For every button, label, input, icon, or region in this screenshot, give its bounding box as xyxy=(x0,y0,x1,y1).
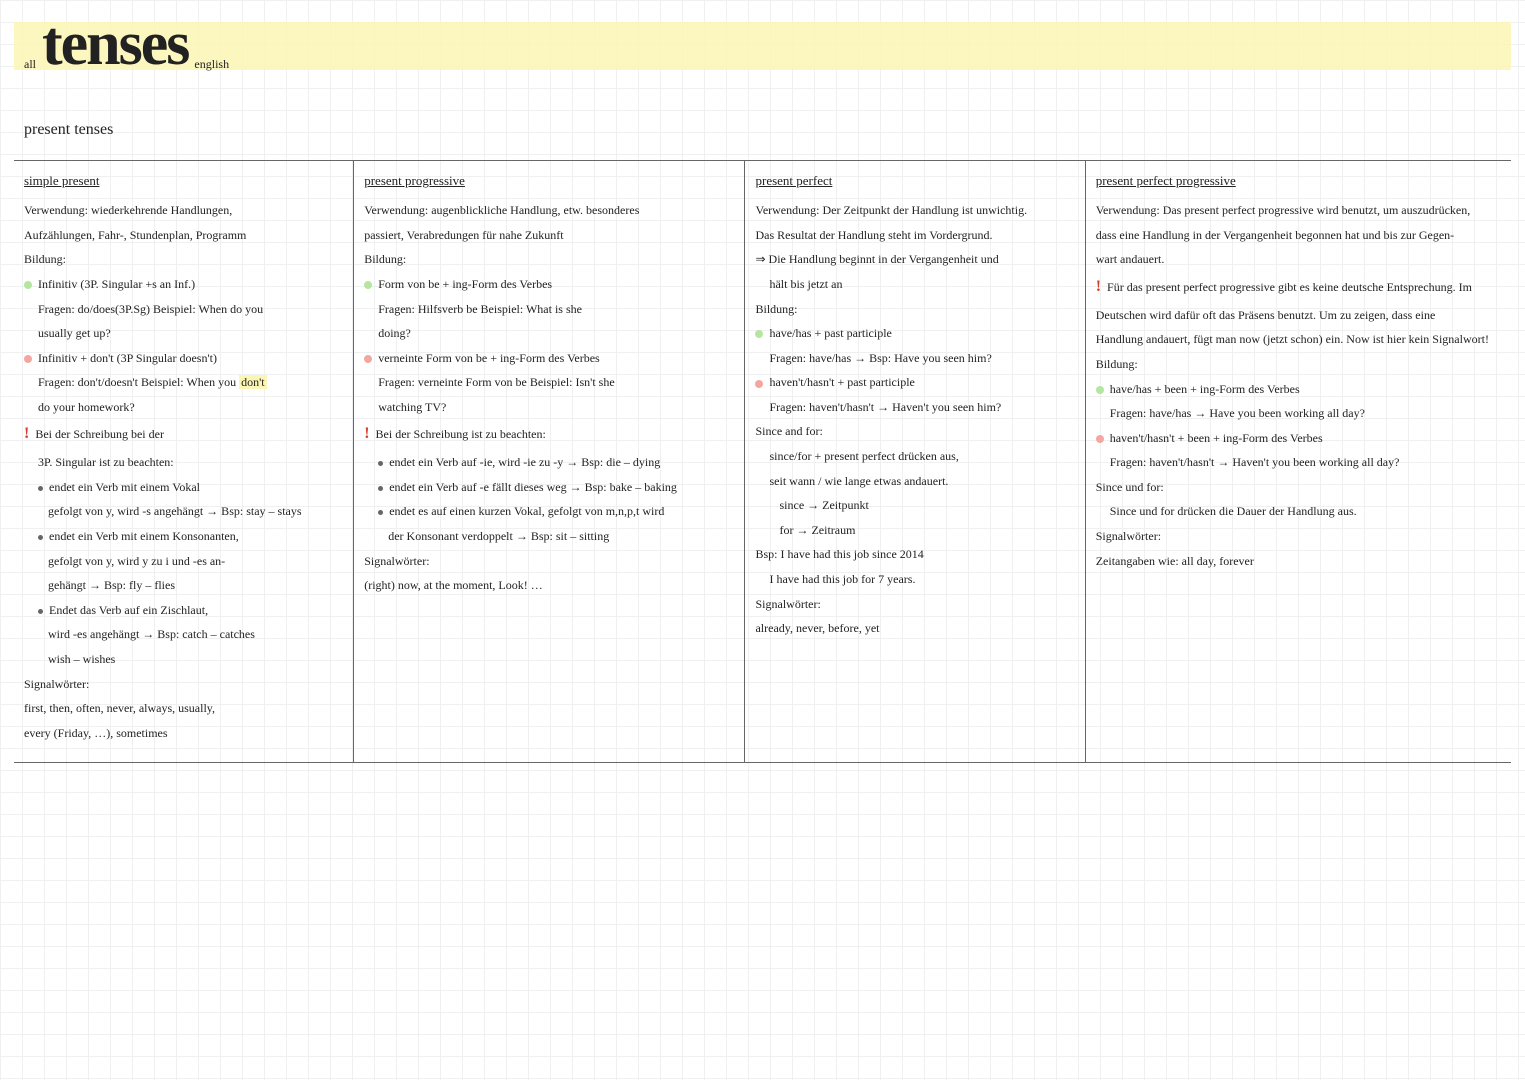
note-line: since/for + present perfect drücken aus, xyxy=(769,447,1074,466)
note-line: 3P. Singular ist zu beachten: xyxy=(38,453,343,472)
note-line: Deutschen wird dafür oft das Präsens ben… xyxy=(1096,306,1501,325)
note-line: Signalwörter: xyxy=(24,675,343,694)
header-pre: all xyxy=(24,55,36,74)
note-line: Bildung: xyxy=(755,300,1074,319)
note-line: Infinitiv + don't (3P Singular doesn't) xyxy=(24,349,343,368)
note-line: Fragen: Hilfsverb be Beispiel: What is s… xyxy=(378,300,734,319)
column-2: present perfect Verwendung: Der Zeitpunkt… xyxy=(745,161,1085,762)
note-line: Signalwörter: xyxy=(755,595,1074,614)
column-title: simple present xyxy=(24,171,343,191)
note-line: Verwendung: Der Zeitpunkt der Handlung i… xyxy=(755,201,1074,220)
note-line: gehängt → Bsp: fly – flies xyxy=(48,576,343,595)
note-line: Verwendung: augenblickliche Handlung, et… xyxy=(364,201,734,220)
note-line: Zeitangaben wie: all day, forever xyxy=(1096,552,1501,571)
note-line: haven't/hasn't + past participle xyxy=(755,373,1074,392)
note-line: endet ein Verb mit einem Vokal xyxy=(38,478,343,497)
column-3: present perfect progressive Verwendung: D… xyxy=(1086,161,1511,762)
highlighted-word: don't xyxy=(239,375,267,389)
note-line: Fragen: verneinte Form von be Beispiel: … xyxy=(378,373,734,392)
note-line: since → Zeitpunkt xyxy=(779,496,1074,515)
note-line: Fragen: haven't/hasn't → Haven't you bee… xyxy=(1110,453,1501,472)
note-line: have/has + been + ing-Form des Verbes xyxy=(1096,380,1501,399)
column-title: present progressive xyxy=(364,171,734,191)
note-line: Infinitiv (3P. Singular +s an Inf.) xyxy=(24,275,343,294)
note-line: usually get up? xyxy=(38,324,343,343)
column-1: present progressive Verwendung: augenblic… xyxy=(354,161,745,762)
note-line: every (Friday, …), sometimes xyxy=(24,724,343,743)
note-line: wird -es angehängt → Bsp: catch – catche… xyxy=(48,625,343,644)
page-header: all tenses english xyxy=(24,0,1501,96)
note-line: haven't/hasn't + been + ing-Form des Ver… xyxy=(1096,429,1501,448)
column-title: present perfect xyxy=(755,171,1074,191)
section-heading: present tenses xyxy=(24,118,113,143)
note-line: endet ein Verb auf -e fällt dieses weg →… xyxy=(378,478,734,497)
note-line: passiert, Verabredungen für nahe Zukunft xyxy=(364,226,734,245)
note-line: Für das present perfect progressive gibt… xyxy=(1096,275,1501,300)
note-line: endet es auf einen kurzen Vokal, gefolgt… xyxy=(378,502,734,521)
note-line: Bsp: I have had this job since 2014 xyxy=(755,545,1074,564)
column-0: simple present Verwendung: wiederkehrende… xyxy=(14,161,354,762)
note-line: watching TV? xyxy=(378,398,734,417)
note-line: Fragen: don't/doesn't Beispiel: When you… xyxy=(38,373,343,392)
note-line: Das Resultat der Handlung steht im Vorde… xyxy=(755,226,1074,245)
column-title: present perfect progressive xyxy=(1096,171,1501,191)
note-line: Bildung: xyxy=(24,250,343,269)
note-line: Fragen: have/has → Have you been working… xyxy=(1110,404,1501,423)
note-line: ⇒ Die Handlung beginnt in der Vergangenh… xyxy=(755,250,1074,269)
note-line: (right) now, at the moment, Look! … xyxy=(364,576,734,595)
note-line: have/has + past participle xyxy=(755,324,1074,343)
note-line: wart andauert. xyxy=(1096,250,1501,269)
note-line: do your homework? xyxy=(38,398,343,417)
note-line: Bildung: xyxy=(1096,355,1501,374)
note-line: I have had this job for 7 years. xyxy=(769,570,1074,589)
note-line: Aufzählungen, Fahr-, Stundenplan, Progra… xyxy=(24,226,343,245)
note-line: Since und for drücken die Dauer der Hand… xyxy=(1110,502,1501,521)
note-line: Signalwörter: xyxy=(364,552,734,571)
note-line: first, then, often, never, always, usual… xyxy=(24,699,343,718)
note-line: Bei der Schreibung bei der xyxy=(24,422,343,447)
note-line: Signalwörter: xyxy=(1096,527,1501,546)
tenses-table: simple present Verwendung: wiederkehrende… xyxy=(14,160,1511,763)
note-line: Fragen: haven't/hasn't → Haven't you see… xyxy=(769,398,1074,417)
note-line: for → Zeitraum xyxy=(779,521,1074,540)
page-title: tenses xyxy=(42,0,188,92)
note-line: wish – wishes xyxy=(48,650,343,669)
note-line: endet ein Verb auf -ie, wird -ie zu -y →… xyxy=(378,453,734,472)
note-line: doing? xyxy=(378,324,734,343)
note-line: Endet das Verb auf ein Zischlaut, xyxy=(38,601,343,620)
note-line: Handlung andauert, fügt man now (jetzt s… xyxy=(1096,330,1501,349)
note-line: seit wann / wie lange etwas andauert. xyxy=(769,472,1074,491)
note-line: Verwendung: Das present perfect progress… xyxy=(1096,201,1501,220)
note-line: Form von be + ing-Form des Verbes xyxy=(364,275,734,294)
note-line: verneinte Form von be + ing-Form des Ver… xyxy=(364,349,734,368)
note-line: dass eine Handlung in der Vergangenheit … xyxy=(1096,226,1501,245)
note-line: Bei der Schreibung ist zu beachten: xyxy=(364,422,734,447)
note-line: hält bis jetzt an xyxy=(769,275,1074,294)
note-line: Fragen: have/has → Bsp: Have you seen hi… xyxy=(769,349,1074,368)
note-line: Since and for: xyxy=(755,422,1074,441)
note-line: der Konsonant verdoppelt → Bsp: sit – si… xyxy=(388,527,734,546)
note-line: Bildung: xyxy=(364,250,734,269)
note-line: gefolgt von y, wird y zu i und -es an- xyxy=(48,552,343,571)
note-line: endet ein Verb mit einem Konsonanten, xyxy=(38,527,343,546)
header-post: english xyxy=(194,55,229,74)
note-line: already, never, before, yet xyxy=(755,619,1074,638)
note-line: Verwendung: wiederkehrende Handlungen, xyxy=(24,201,343,220)
note-line: Fragen: do/does(3P.Sg) Beispiel: When do… xyxy=(38,300,343,319)
note-line: Since und for: xyxy=(1096,478,1501,497)
note-line: gefolgt von y, wird -s angehängt → Bsp: … xyxy=(48,502,343,521)
